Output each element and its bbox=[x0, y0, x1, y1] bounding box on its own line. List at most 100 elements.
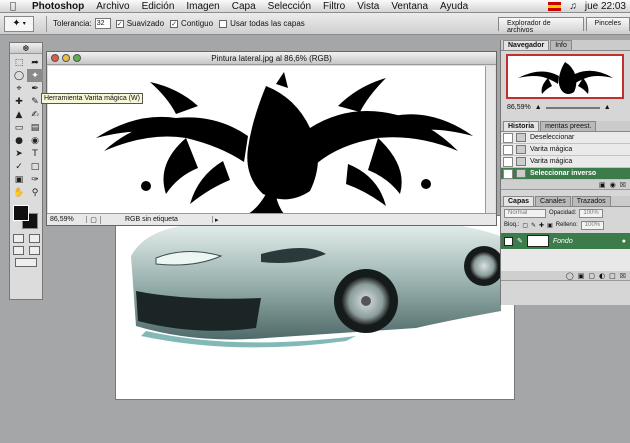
lasso-tool-icon[interactable]: ◯ bbox=[11, 69, 27, 82]
toolbox-header[interactable]: ❆ bbox=[10, 43, 42, 54]
eraser-tool-icon[interactable]: ▭ bbox=[11, 121, 27, 134]
zoom-tool-icon[interactable]: ⚲ bbox=[27, 186, 43, 199]
tab-paths[interactable]: Trazados bbox=[571, 196, 611, 206]
document-profile[interactable]: RGB sin etiqueta bbox=[101, 216, 213, 223]
history-source-checkbox[interactable] bbox=[503, 144, 513, 155]
magic-wand-tool-icon[interactable]: ✦ bbox=[27, 69, 43, 82]
tab-navigator[interactable]: Navegador bbox=[503, 40, 550, 50]
trash-icon[interactable]: ☒ bbox=[620, 181, 626, 189]
brushes-tab[interactable]: Pinceles bbox=[585, 17, 630, 31]
new-set-icon[interactable]: ▢ bbox=[588, 272, 595, 280]
layer-row[interactable]: ✎ Fondo ● bbox=[501, 233, 630, 249]
layer-mask-icon[interactable]: ▣ bbox=[578, 272, 585, 280]
pen-tool-icon[interactable]: ✓ bbox=[11, 160, 27, 173]
history-item[interactable]: Varita mágica bbox=[501, 156, 630, 168]
healing-brush-icon[interactable]: ✚ bbox=[11, 95, 27, 108]
adobe-feather-icon[interactable]: ❆ bbox=[23, 44, 30, 53]
tab-channels[interactable]: Canales bbox=[535, 196, 571, 206]
quick-mask-icon[interactable] bbox=[28, 234, 40, 243]
path-select-icon[interactable]: ➤ bbox=[11, 147, 27, 160]
move-tool-icon[interactable]: ➦ bbox=[27, 56, 43, 69]
speaker-icon[interactable]: ♫ bbox=[569, 1, 577, 12]
foreground-color-swatch[interactable] bbox=[13, 205, 29, 221]
history-brush-icon[interactable]: ✍ bbox=[27, 108, 43, 121]
layer-style-icon[interactable]: ◯ bbox=[566, 272, 574, 280]
adjustment-layer-icon[interactable]: ◐ bbox=[599, 272, 605, 280]
minimize-icon[interactable] bbox=[62, 54, 70, 62]
new-layer-icon[interactable]: □ bbox=[609, 272, 616, 280]
history-source-checkbox[interactable] bbox=[503, 156, 513, 167]
menu-filtro[interactable]: Filtro bbox=[317, 1, 351, 12]
tab-tool-presets[interactable]: mentas preest. bbox=[540, 121, 597, 131]
screen-mode-full-icon[interactable] bbox=[28, 246, 40, 255]
eyedropper-tool-icon[interactable]: ✑ bbox=[27, 173, 43, 186]
screen-mode-standard-icon[interactable] bbox=[12, 246, 24, 255]
tab-layers[interactable]: Capas bbox=[503, 196, 535, 206]
navigator-zoom-level[interactable]: 86,59% bbox=[507, 104, 531, 111]
file-browser-tab[interactable]: Explorador de archivos bbox=[498, 17, 584, 34]
fill-input[interactable]: 100% bbox=[580, 220, 605, 230]
history-item[interactable]: Deseleccionar bbox=[501, 132, 630, 144]
stamp-tool-icon[interactable]: ▲ bbox=[11, 108, 27, 121]
zoom-slider[interactable] bbox=[545, 106, 600, 109]
tolerance-input[interactable]: 32 bbox=[94, 18, 111, 29]
zoom-in-icon[interactable]: ▲ bbox=[604, 104, 611, 111]
tab-info[interactable]: Info bbox=[550, 40, 572, 50]
car-image-canvas[interactable] bbox=[115, 215, 515, 400]
menu-edicion[interactable]: Edición bbox=[136, 1, 181, 12]
layer-name[interactable]: Fondo bbox=[553, 238, 573, 245]
contiguous-option[interactable]: ✓ Contiguo bbox=[170, 19, 213, 28]
type-tool-icon[interactable]: T bbox=[27, 147, 43, 160]
document-zoom-level[interactable]: 86,59% bbox=[47, 216, 87, 223]
gradient-tool-icon[interactable]: ▤ bbox=[27, 121, 43, 134]
apple-icon[interactable]:  bbox=[0, 1, 26, 12]
crop-tool-icon[interactable]: ⌖ bbox=[11, 82, 27, 95]
blur-tool-icon[interactable]: ● bbox=[11, 134, 27, 147]
document-canvas[interactable] bbox=[48, 66, 485, 214]
opacity-input[interactable]: 100% bbox=[579, 208, 603, 218]
navigator-preview[interactable] bbox=[506, 54, 624, 99]
dodge-tool-icon[interactable]: ◉ bbox=[27, 134, 43, 147]
shape-tool-icon[interactable]: □ bbox=[27, 160, 43, 173]
imageready-jump-icon[interactable] bbox=[15, 258, 37, 267]
history-source-checkbox[interactable] bbox=[503, 168, 513, 179]
all-layers-checkbox[interactable] bbox=[219, 19, 228, 28]
antialias-checkbox[interactable]: ✓ bbox=[115, 19, 124, 28]
lock-all-icon[interactable]: ▣ bbox=[547, 222, 553, 229]
standard-mode-icon[interactable] bbox=[12, 234, 24, 243]
lock-move-icon[interactable]: ✚ bbox=[539, 222, 544, 229]
marquee-tool-icon[interactable]: ⬚ bbox=[11, 56, 27, 69]
hand-tool-icon[interactable]: ✋ bbox=[11, 186, 27, 199]
all-layers-option[interactable]: Usar todas las capas bbox=[219, 19, 305, 28]
blend-mode-select[interactable]: Normal bbox=[504, 208, 546, 218]
contiguous-checkbox[interactable]: ✓ bbox=[170, 19, 179, 28]
zoom-icon[interactable] bbox=[73, 54, 81, 62]
lock-paint-icon[interactable]: ✎ bbox=[531, 222, 536, 229]
keyboard-flag-icon[interactable] bbox=[548, 2, 562, 11]
tool-preset-picker[interactable]: ✦ ▾ bbox=[4, 15, 34, 32]
menu-capa[interactable]: Capa bbox=[226, 1, 262, 12]
status-menu-arrow-icon[interactable]: ▸ bbox=[213, 216, 219, 224]
menu-ayuda[interactable]: Ayuda bbox=[434, 1, 474, 12]
clock[interactable]: jue 22:03 bbox=[585, 1, 626, 12]
close-icon[interactable] bbox=[51, 54, 59, 62]
notes-tool-icon[interactable]: ▣ bbox=[11, 173, 27, 186]
menu-ventana[interactable]: Ventana bbox=[385, 1, 434, 12]
snapshot-icon[interactable]: ◉ bbox=[610, 181, 616, 189]
menu-vista[interactable]: Vista bbox=[351, 1, 385, 12]
document-titlebar[interactable]: Pintura lateral.jpg al 86,6% (RGB) bbox=[47, 52, 496, 65]
document-scrollbar[interactable] bbox=[485, 66, 495, 214]
history-source-checkbox[interactable] bbox=[503, 132, 513, 143]
new-document-icon[interactable]: ▣ bbox=[599, 181, 606, 189]
menu-archivo[interactable]: Archivo bbox=[90, 1, 135, 12]
delete-layer-icon[interactable]: ☒ bbox=[620, 272, 626, 280]
visibility-eye-icon[interactable] bbox=[504, 236, 513, 246]
antialias-option[interactable]: ✓ Suavizado bbox=[115, 19, 164, 28]
tab-history[interactable]: Historia bbox=[503, 121, 540, 131]
lock-transparency-icon[interactable]: ▢ bbox=[522, 222, 528, 229]
zoom-out-icon[interactable]: ▲ bbox=[535, 104, 542, 111]
menu-seleccion[interactable]: Selección bbox=[262, 1, 317, 12]
menu-photoshop[interactable]: Photoshop bbox=[26, 1, 90, 12]
history-item-active[interactable]: Seleccionar inverso bbox=[501, 168, 630, 180]
menu-imagen[interactable]: Imagen bbox=[180, 1, 225, 12]
